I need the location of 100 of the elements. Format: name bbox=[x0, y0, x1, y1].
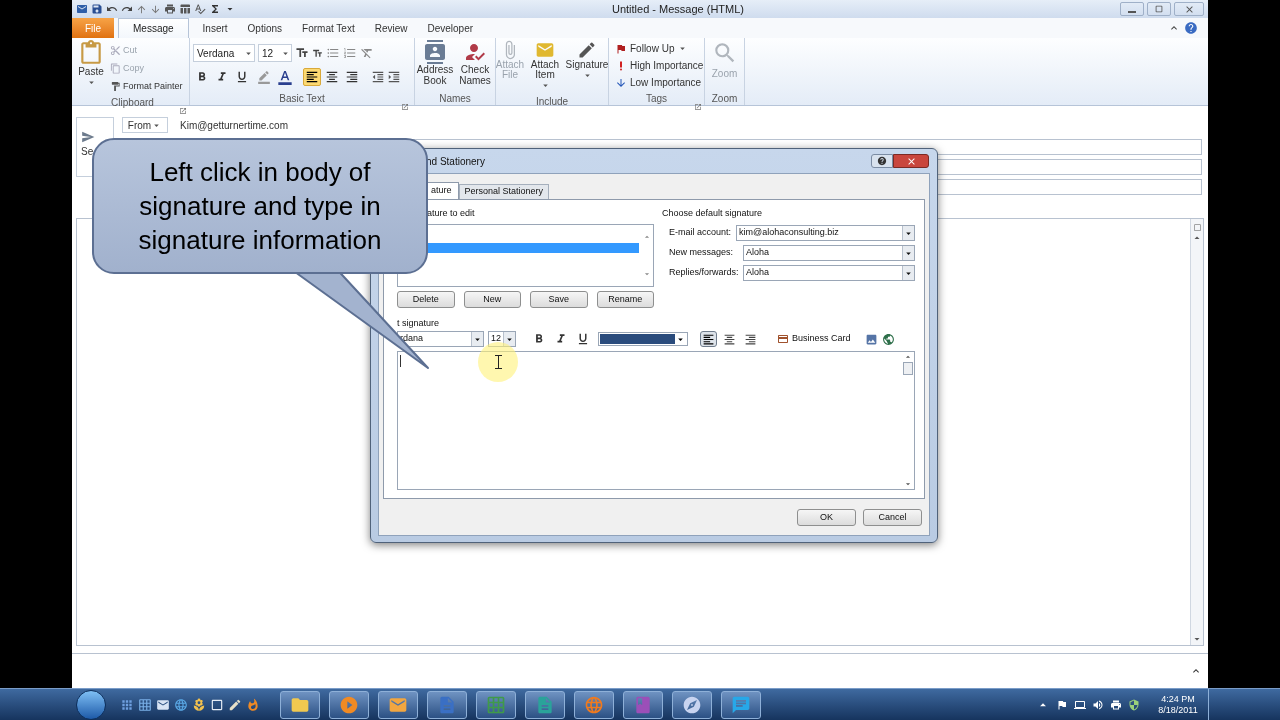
dialog-button[interactable]: Save bbox=[530, 291, 588, 308]
chat-icon bbox=[731, 694, 751, 715]
signature-select[interactable]: Aloha bbox=[743, 265, 915, 281]
text-caret bbox=[400, 355, 401, 367]
printer-icon[interactable] bbox=[1110, 698, 1122, 711]
group-label: Basic Text bbox=[279, 91, 325, 106]
clear-format-icon[interactable] bbox=[360, 46, 374, 60]
indent-icon[interactable] bbox=[387, 70, 401, 84]
cancel-button[interactable]: Cancel bbox=[863, 509, 922, 526]
close-button[interactable] bbox=[1174, 2, 1204, 16]
dialog-launcher-icon[interactable] bbox=[401, 103, 409, 111]
taskbar-button[interactable] bbox=[476, 690, 516, 719]
dialog-button[interactable]: Rename bbox=[596, 291, 654, 308]
monitor-icon[interactable] bbox=[1074, 698, 1086, 711]
signature-select[interactable]: Aloha bbox=[743, 245, 915, 261]
font-size-select[interactable]: 12 bbox=[488, 331, 516, 347]
ok-button[interactable]: OK bbox=[797, 509, 856, 526]
taskbar-button[interactable] bbox=[721, 690, 761, 719]
send-icon bbox=[81, 130, 95, 144]
picture-icon[interactable] bbox=[864, 332, 878, 346]
account-select[interactable]: kim@alohaconsulting.biz bbox=[736, 225, 915, 241]
taskbar-button[interactable] bbox=[378, 690, 418, 719]
close-button[interactable] bbox=[893, 154, 929, 168]
ribbon-tab[interactable]: Format Text bbox=[292, 18, 365, 38]
spreadsheet-icon bbox=[486, 694, 506, 715]
ribbon-tab[interactable]: Insert bbox=[192, 18, 238, 38]
paste-button[interactable]: Paste bbox=[76, 40, 106, 95]
arrow-down-icon bbox=[615, 76, 627, 89]
section-label: Choose default signature bbox=[662, 207, 764, 220]
clock[interactable]: 4:24 PM 8/18/2011 bbox=[1148, 693, 1208, 716]
spellcheck-icon[interactable] bbox=[194, 3, 206, 15]
dialog-launcher-icon[interactable] bbox=[179, 107, 187, 115]
font-select[interactable]: Verdana bbox=[193, 44, 255, 62]
from-button[interactable]: From bbox=[122, 117, 168, 133]
color-select[interactable] bbox=[598, 332, 688, 346]
taskbar-button[interactable] bbox=[427, 690, 467, 719]
shield-icon[interactable] bbox=[1128, 698, 1140, 711]
ribbon-tab[interactable]: Message bbox=[118, 18, 189, 38]
taskbar-button[interactable] bbox=[329, 690, 369, 719]
dialog-button[interactable]: New bbox=[463, 291, 521, 308]
taskbar-button[interactable] bbox=[623, 690, 663, 719]
ribbon-tab[interactable]: Developer bbox=[417, 18, 484, 38]
ribbon-tab[interactable]: Options bbox=[237, 18, 293, 38]
outdent-icon[interactable] bbox=[371, 70, 385, 84]
globe-icon[interactable] bbox=[881, 332, 895, 346]
align-left-button[interactable] bbox=[303, 68, 321, 86]
grid-icon[interactable] bbox=[138, 697, 152, 712]
apps-icon[interactable] bbox=[120, 697, 134, 712]
dialog-button[interactable]: Delete bbox=[397, 291, 455, 308]
shrink-text-icon[interactable] bbox=[312, 47, 323, 59]
tag-button[interactable]: High Importance bbox=[615, 57, 704, 74]
minimize-icon bbox=[1128, 10, 1136, 13]
group-label: Include bbox=[535, 94, 569, 109]
speaker-icon[interactable] bbox=[1092, 698, 1104, 711]
taskbar-button[interactable] bbox=[525, 690, 565, 719]
window-icon[interactable] bbox=[210, 697, 224, 712]
print-icon[interactable] bbox=[164, 3, 176, 15]
numbered-list-icon[interactable] bbox=[343, 46, 357, 60]
flame-icon[interactable] bbox=[246, 697, 260, 712]
start-button[interactable] bbox=[76, 689, 106, 720]
section-label: ature to edit bbox=[426, 207, 476, 220]
field-label: E-mail account: bbox=[668, 226, 733, 240]
scroll-thumb[interactable] bbox=[902, 362, 913, 375]
align-left-button[interactable] bbox=[700, 331, 717, 347]
arrow-down-icon[interactable] bbox=[150, 3, 161, 15]
group-label: Zoom bbox=[711, 91, 738, 106]
underline-icon bbox=[576, 332, 590, 346]
grow-text-icon[interactable] bbox=[295, 46, 309, 60]
font-color-icon[interactable] bbox=[277, 69, 293, 85]
globe-icon[interactable] bbox=[174, 697, 188, 712]
group-label: Tags bbox=[645, 91, 668, 106]
ribbon-button[interactable]: Signature bbox=[564, 40, 610, 94]
business-card-button[interactable]: Business Card bbox=[777, 331, 851, 347]
formula-icon[interactable] bbox=[209, 3, 221, 15]
window-title: Untitled - Message (HTML) bbox=[611, 1, 744, 17]
minimize-button[interactable] bbox=[1120, 2, 1144, 16]
field-label: New messages: bbox=[668, 246, 735, 260]
ribbon-button[interactable]: Check Names bbox=[456, 40, 494, 91]
table-icon[interactable] bbox=[179, 3, 191, 15]
taskbar-button[interactable] bbox=[672, 690, 712, 719]
help-icon[interactable] bbox=[1184, 21, 1198, 35]
envelope-icon[interactable] bbox=[156, 697, 170, 712]
underline-icon bbox=[235, 70, 249, 84]
taskbar-button[interactable] bbox=[280, 690, 320, 719]
clipboard-item[interactable]: Format Painter bbox=[110, 78, 183, 95]
highlighter-icon[interactable] bbox=[257, 70, 271, 84]
ribbon-button[interactable]: Address Book bbox=[416, 40, 454, 91]
ribbon-tab[interactable]: Review bbox=[364, 18, 418, 38]
save-icon[interactable] bbox=[91, 3, 103, 15]
flag-icon[interactable] bbox=[1056, 698, 1068, 711]
ribbon-button[interactable]: Attach Item bbox=[528, 40, 562, 94]
pencil-icon[interactable] bbox=[228, 697, 242, 712]
taskbar-button[interactable] bbox=[574, 690, 614, 719]
dialog-tab[interactable]: Personal Stationery bbox=[458, 184, 550, 199]
flower-icon[interactable] bbox=[192, 697, 206, 712]
dialog-launcher-icon[interactable] bbox=[694, 103, 702, 111]
font-size-select[interactable]: 12 bbox=[258, 44, 292, 62]
tag-button[interactable]: Low Importance bbox=[615, 74, 704, 91]
tag-button[interactable]: Follow Up bbox=[615, 40, 704, 57]
help-button[interactable] bbox=[871, 154, 893, 168]
